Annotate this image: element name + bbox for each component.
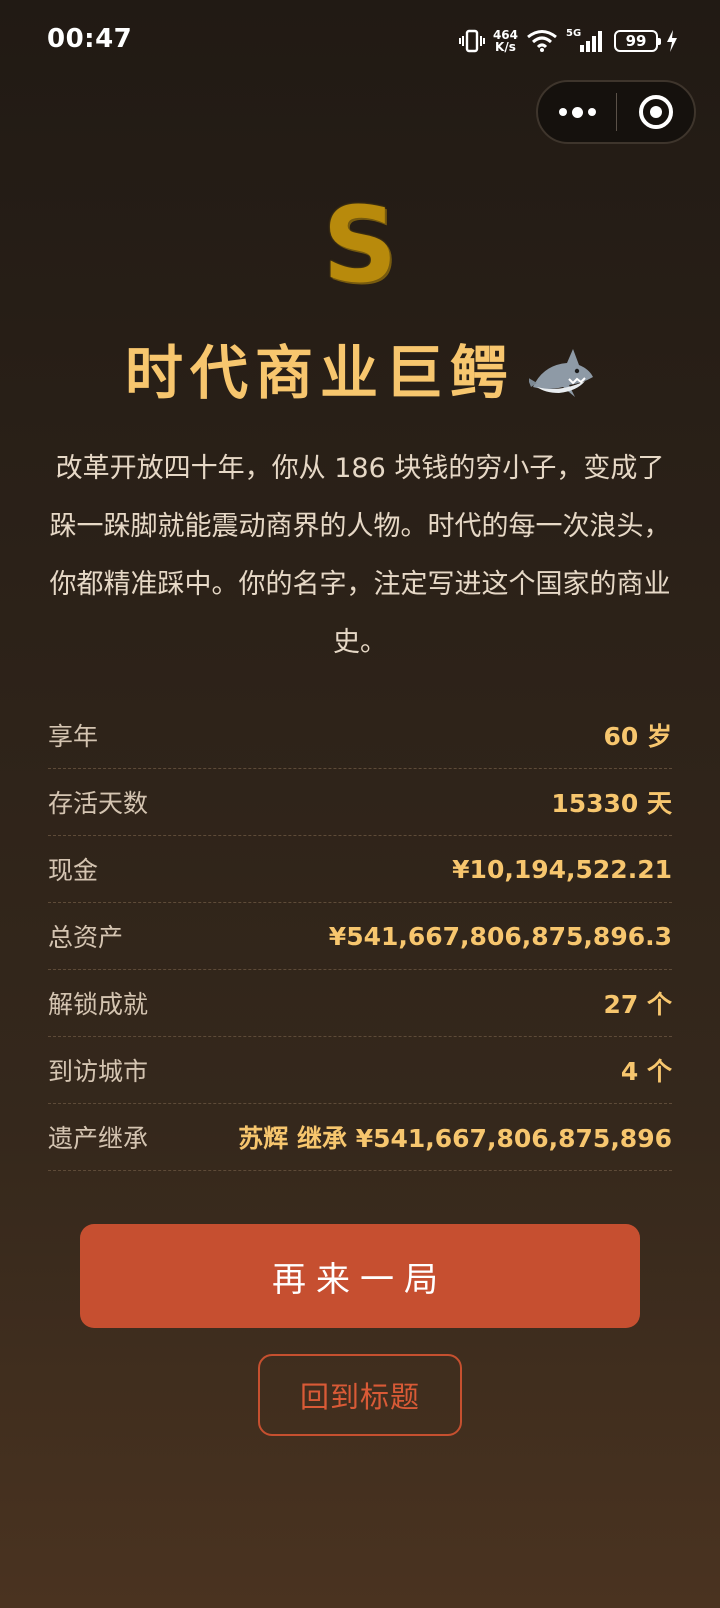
- stat-row-cities: 到访城市 4 个: [48, 1037, 672, 1104]
- stat-label: 遗产继承: [48, 1124, 149, 1153]
- battery-level: 99: [625, 32, 647, 50]
- stat-value: ¥10,194,522.21: [452, 854, 672, 884]
- vibrate-icon: [458, 29, 485, 53]
- stat-value: 4 个: [620, 1057, 672, 1086]
- stat-value: 15330 天: [551, 789, 672, 818]
- back-to-title-button[interactable]: 回到标题: [258, 1354, 462, 1436]
- stat-label: 解锁成就: [48, 990, 149, 1019]
- stat-row-achievements: 解锁成就 27 个: [48, 970, 672, 1037]
- stat-row-days: 存活天数 15330 天: [48, 769, 672, 836]
- stat-value: 60 岁: [603, 722, 673, 751]
- stat-label: 总资产: [48, 923, 124, 952]
- shark-icon: [529, 348, 593, 397]
- grade-letter: S: [322, 184, 398, 306]
- stat-row-age: 享年 60 岁: [48, 702, 672, 769]
- stat-value: 苏辉 继承 ¥541,667,806,875,896: [238, 1124, 672, 1153]
- result-description: 改革开放四十年，你从 186 块钱的穷小子，变成了跺一跺脚就能震动商界的人物。时…: [49, 453, 671, 658]
- stat-label: 现金: [48, 856, 99, 885]
- cellular-signal: 5G: [566, 28, 606, 54]
- stat-label: 存活天数: [48, 789, 149, 818]
- more-dot-icon: [587, 108, 596, 116]
- stat-label: 享年: [48, 722, 99, 751]
- wifi-icon: [527, 30, 557, 52]
- miniprogram-capsule: [536, 80, 696, 144]
- stat-row-cash: 现金 ¥10,194,522.21: [48, 836, 672, 903]
- stat-value: 27 个: [603, 990, 673, 1019]
- more-dot-icon: [558, 108, 567, 116]
- stat-row-total-assets: 总资产 ¥541,667,806,875,896.3: [48, 903, 672, 970]
- close-target-icon: [638, 95, 673, 129]
- network-speed-unit: K/s: [495, 40, 516, 54]
- more-dot-icon: [571, 106, 583, 118]
- status-time: 00:47: [47, 24, 133, 54]
- status-bar: 00:47 464 K/s 5G 99: [0, 0, 720, 86]
- result-title: 时代商业巨鳄: [124, 339, 515, 407]
- signal-icon: [580, 31, 602, 52]
- close-miniprogram-button[interactable]: [617, 82, 694, 142]
- network-speed: 464 K/s: [493, 29, 518, 53]
- status-icons: 464 K/s 5G 99: [458, 26, 678, 56]
- charging-icon: [667, 30, 677, 52]
- stat-row-inheritance: 遗产继承 苏辉 继承 ¥541,667,806,875,896: [48, 1104, 672, 1171]
- battery-icon: 99: [614, 30, 661, 52]
- stat-value: ¥541,667,806,875,896.3: [328, 921, 672, 951]
- stat-label: 到访城市: [48, 1057, 149, 1086]
- stats-list: 享年 60 岁 存活天数 15330 天 现金 ¥10,194,522.21 总…: [48, 702, 672, 1171]
- restart-button[interactable]: 再来一局: [80, 1224, 640, 1328]
- result-title-row: 时代商业巨鳄: [0, 338, 720, 408]
- more-menu-button[interactable]: [538, 82, 616, 142]
